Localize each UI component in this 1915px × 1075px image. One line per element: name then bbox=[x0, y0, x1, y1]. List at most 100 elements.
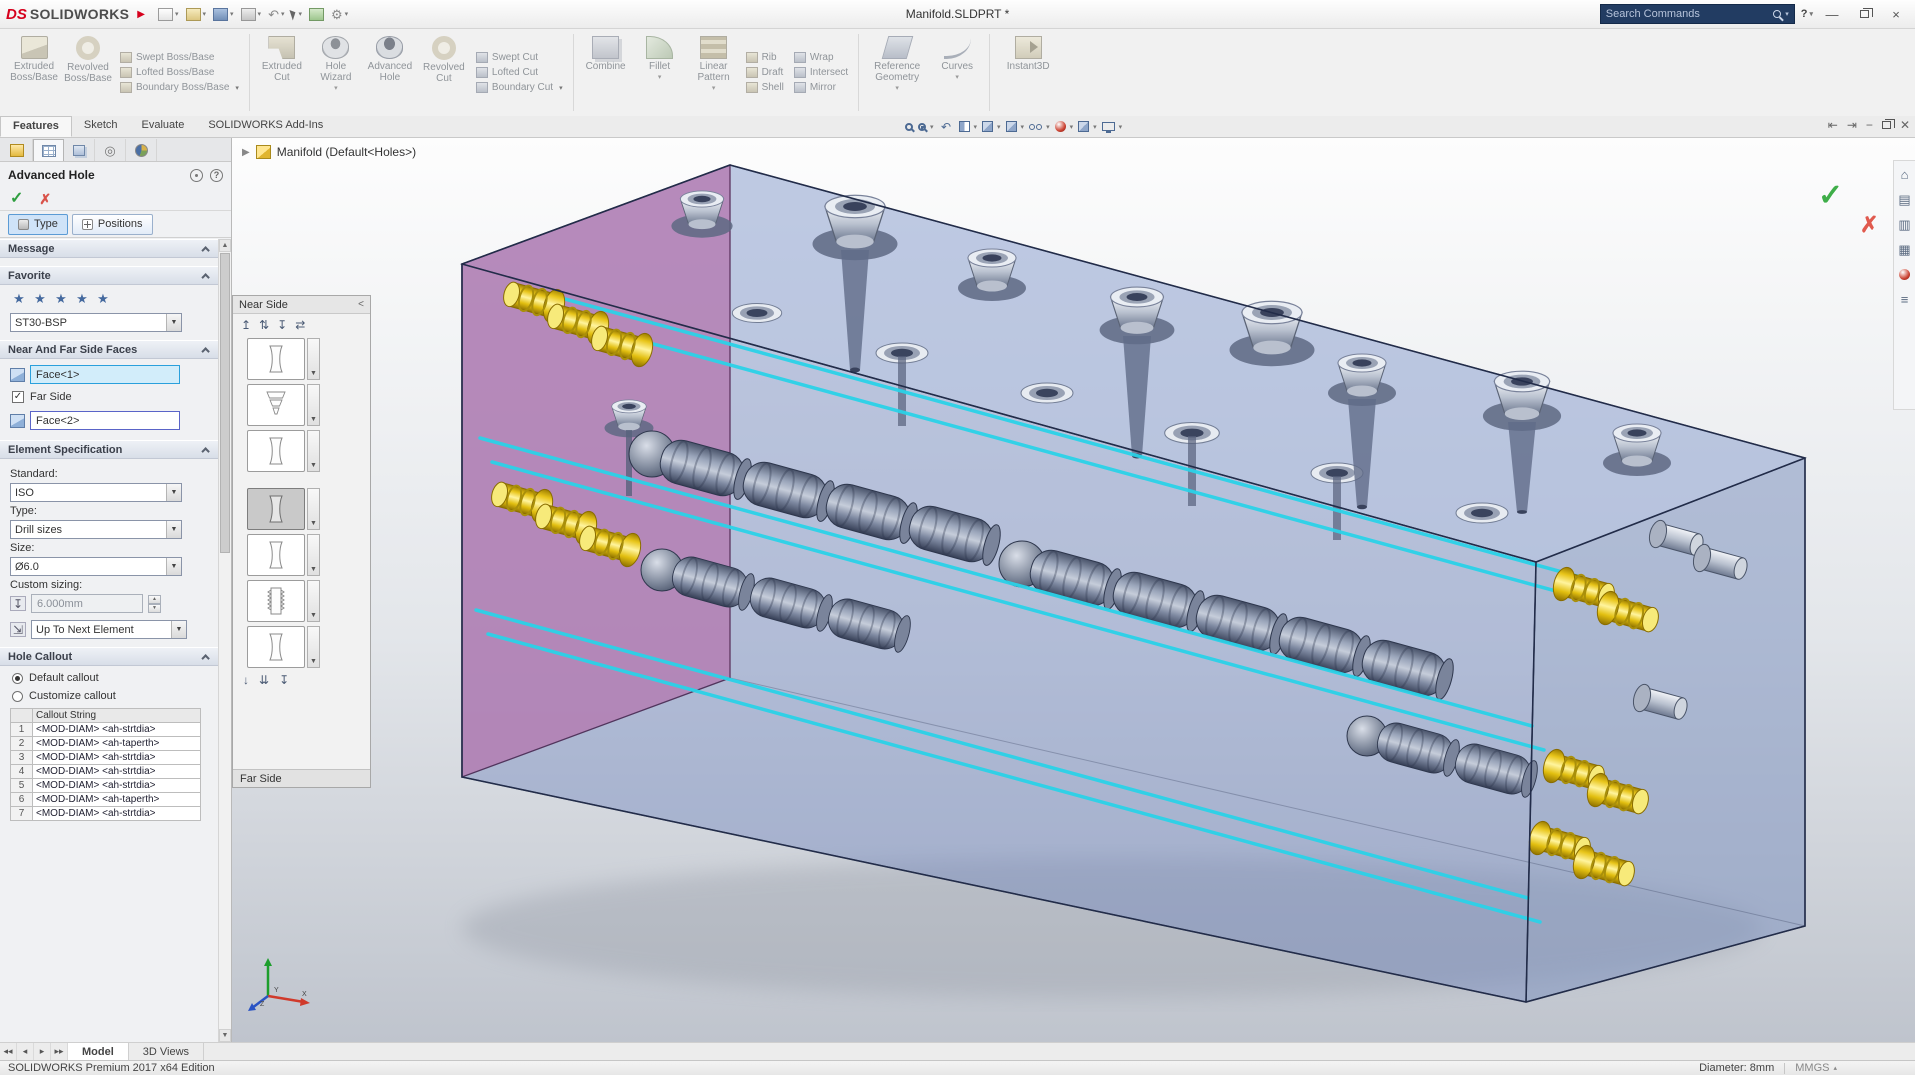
fillet-button[interactable]: Fillet ▾ bbox=[633, 31, 687, 114]
new-document-button[interactable]: ▾ bbox=[155, 6, 182, 23]
swap-sides-icon[interactable]: ⇊ bbox=[259, 673, 269, 687]
standard-select[interactable]: ISO▼ bbox=[10, 483, 182, 502]
element-dropdown-icon[interactable]: ▼ bbox=[307, 534, 320, 576]
pane-left-icon[interactable]: ⇤ bbox=[1828, 118, 1838, 132]
search-input[interactable] bbox=[1606, 8, 1769, 20]
near-face-field[interactable]: Face<1> bbox=[30, 365, 180, 384]
search-icon[interactable] bbox=[1773, 10, 1781, 18]
tab-sketch[interactable]: Sketch bbox=[72, 116, 130, 137]
element-dropdown-icon[interactable]: ▼ bbox=[307, 430, 320, 472]
add-far-element-icon[interactable]: ↓ bbox=[243, 673, 249, 687]
collapse-flyout-icon[interactable]: < bbox=[358, 299, 364, 310]
menu-expand-icon[interactable]: ▶ bbox=[137, 9, 145, 20]
near-element-5[interactable]: ▼ bbox=[247, 534, 370, 576]
save-button[interactable]: ▾ bbox=[210, 6, 237, 23]
instant3d-button[interactable]: Instant3D bbox=[995, 31, 1061, 114]
scroll-last-tab-icon[interactable]: ▸▸ bbox=[51, 1043, 68, 1060]
positions-page-button[interactable]: Positions bbox=[72, 214, 153, 235]
scroll-first-tab-icon[interactable]: ◂◂ bbox=[0, 1043, 17, 1060]
tab-features[interactable]: Features bbox=[0, 116, 72, 137]
near-element-4-active[interactable]: ▼ bbox=[247, 488, 370, 530]
doc-restore-button[interactable] bbox=[1882, 121, 1891, 129]
element-dropdown-icon[interactable]: ▼ bbox=[307, 338, 320, 380]
help-button[interactable]: ?▾ bbox=[1801, 8, 1813, 20]
lofted-boss-button[interactable]: Lofted Boss/Base bbox=[117, 67, 242, 78]
far-face-field[interactable]: Face<2> bbox=[30, 411, 180, 430]
doc-close-button[interactable]: ✕ bbox=[1900, 118, 1910, 132]
advanced-hole-button[interactable]: Advanced Hole bbox=[363, 31, 417, 114]
combine-button[interactable]: Combine bbox=[579, 31, 633, 114]
boundary-cut-button[interactable]: Boundary Cut▾ bbox=[473, 82, 566, 93]
home-icon[interactable]: ⌂ bbox=[1897, 167, 1913, 182]
cancel-button[interactable]: ✗ bbox=[39, 192, 51, 206]
pm-tab-configurationmanager[interactable] bbox=[64, 139, 95, 161]
mirror-button[interactable]: Mirror bbox=[791, 82, 851, 93]
draft-button[interactable]: Draft bbox=[743, 67, 787, 78]
near-element-2[interactable]: ▼ bbox=[247, 384, 370, 426]
edit-appearance-button[interactable]: ▾ bbox=[1053, 117, 1076, 136]
panel-scrollbar[interactable]: ▲ ▼ bbox=[218, 239, 231, 1042]
move-element-icon[interactable]: ↧ bbox=[279, 673, 289, 687]
tab-solidworks-add-ins[interactable]: SOLIDWORKS Add-Ins bbox=[196, 116, 335, 137]
near-element-3[interactable]: ▼ bbox=[247, 430, 370, 472]
view-palette-icon[interactable]: ▦ bbox=[1897, 242, 1913, 257]
view-settings-button[interactable]: ▾ bbox=[1100, 117, 1125, 136]
boundary-boss-button[interactable]: Boundary Boss/Base▾ bbox=[117, 82, 242, 93]
favorite-section-header[interactable]: Favorite bbox=[0, 266, 218, 285]
callout-table[interactable]: Callout String 1<MOD-DIAM> <ah-strtdia> … bbox=[10, 708, 201, 821]
element-dropdown-icon[interactable]: ▼ bbox=[307, 488, 320, 530]
custom-size-field[interactable]: 6.000mm bbox=[31, 594, 143, 613]
element-dropdown-icon[interactable]: ▼ bbox=[307, 580, 320, 622]
faces-section-header[interactable]: Near And Far Side Faces bbox=[0, 340, 218, 359]
display-style-button[interactable]: ▾ bbox=[1004, 117, 1027, 136]
delete-favorite-icon[interactable]: ★ bbox=[52, 291, 70, 307]
default-callout-radio[interactable] bbox=[12, 673, 23, 684]
3d-views-tab[interactable]: 3D Views bbox=[129, 1043, 204, 1060]
pm-tab-dimxpertmanager[interactable]: ◎ bbox=[95, 139, 126, 161]
scroll-prev-tab-icon[interactable]: ◂ bbox=[17, 1043, 34, 1060]
design-library-icon[interactable]: ▤ bbox=[1897, 192, 1913, 207]
open-button[interactable]: ▾ bbox=[183, 6, 210, 23]
add-favorite-icon[interactable]: ★ bbox=[31, 291, 49, 307]
scrollbar-thumb[interactable] bbox=[220, 253, 230, 553]
custom-properties-icon[interactable]: ≡ bbox=[1897, 292, 1913, 307]
size-select[interactable]: Ø6.0▼ bbox=[10, 557, 182, 576]
breadcrumb-text[interactable]: Manifold (Default<Holes>) bbox=[277, 145, 416, 159]
appearances-icon[interactable] bbox=[1897, 267, 1913, 282]
swept-cut-button[interactable]: Swept Cut bbox=[473, 52, 566, 63]
hole-type-select[interactable]: Drill sizes▼ bbox=[10, 520, 182, 539]
pm-tab-featuremanager[interactable] bbox=[2, 139, 33, 161]
near-element-7[interactable]: ▼ bbox=[247, 626, 370, 668]
rebuild-button[interactable] bbox=[306, 6, 327, 23]
units-caret-icon[interactable]: ▴ bbox=[1833, 1064, 1837, 1072]
swept-boss-button[interactable]: Swept Boss/Base bbox=[117, 52, 242, 63]
close-button[interactable]: × bbox=[1883, 4, 1909, 24]
near-element-6[interactable]: ▼ bbox=[247, 580, 370, 622]
favorite-select[interactable]: ST30-BSP▼ bbox=[10, 313, 182, 332]
minimize-button[interactable]: — bbox=[1819, 4, 1845, 24]
confirm-cancel-button[interactable]: ✗ bbox=[1860, 212, 1878, 238]
shell-button[interactable]: Shell bbox=[743, 82, 787, 93]
lofted-cut-button[interactable]: Lofted Cut bbox=[473, 67, 566, 78]
reference-geometry-button[interactable]: Reference Geometry ▾ bbox=[864, 31, 930, 114]
element-dropdown-icon[interactable]: ▼ bbox=[307, 384, 320, 426]
zoom-area-button[interactable]: ▾ bbox=[916, 117, 936, 136]
rib-button[interactable]: Rib bbox=[743, 52, 787, 63]
search-commands-box[interactable]: ▾ bbox=[1600, 4, 1795, 24]
end-condition-select[interactable]: Up To Next Element▼ bbox=[31, 620, 187, 639]
scroll-down-icon[interactable]: ▼ bbox=[219, 1029, 231, 1042]
scroll-up-icon[interactable]: ▲ bbox=[219, 239, 231, 252]
select-button[interactable]: ▾ bbox=[288, 7, 305, 22]
intersect-button[interactable]: Intersect bbox=[791, 67, 851, 78]
confirm-ok-button[interactable]: ✓ bbox=[1818, 178, 1843, 213]
element-spec-section-header[interactable]: Element Specification bbox=[0, 440, 218, 459]
revolved-boss-button[interactable]: Revolved Boss/Base bbox=[61, 31, 115, 114]
far-side-checkbox[interactable]: ✓ bbox=[12, 391, 24, 403]
doc-minimize-button[interactable]: − bbox=[1866, 118, 1873, 132]
insert-element-icon[interactable]: ↥ bbox=[241, 318, 251, 332]
hide-show-items-button[interactable]: ▾ bbox=[1027, 117, 1052, 136]
curves-button[interactable]: Curves ▾ bbox=[930, 31, 984, 114]
extruded-cut-button[interactable]: Extruded Cut bbox=[255, 31, 309, 114]
graphics-area[interactable]: ▶ Manifold (Default<Holes>) ✓ ✗ ⌂ ▤ ▥ ▦ … bbox=[232, 138, 1915, 1042]
flip-stack-icon[interactable]: ⇅ bbox=[259, 318, 269, 332]
